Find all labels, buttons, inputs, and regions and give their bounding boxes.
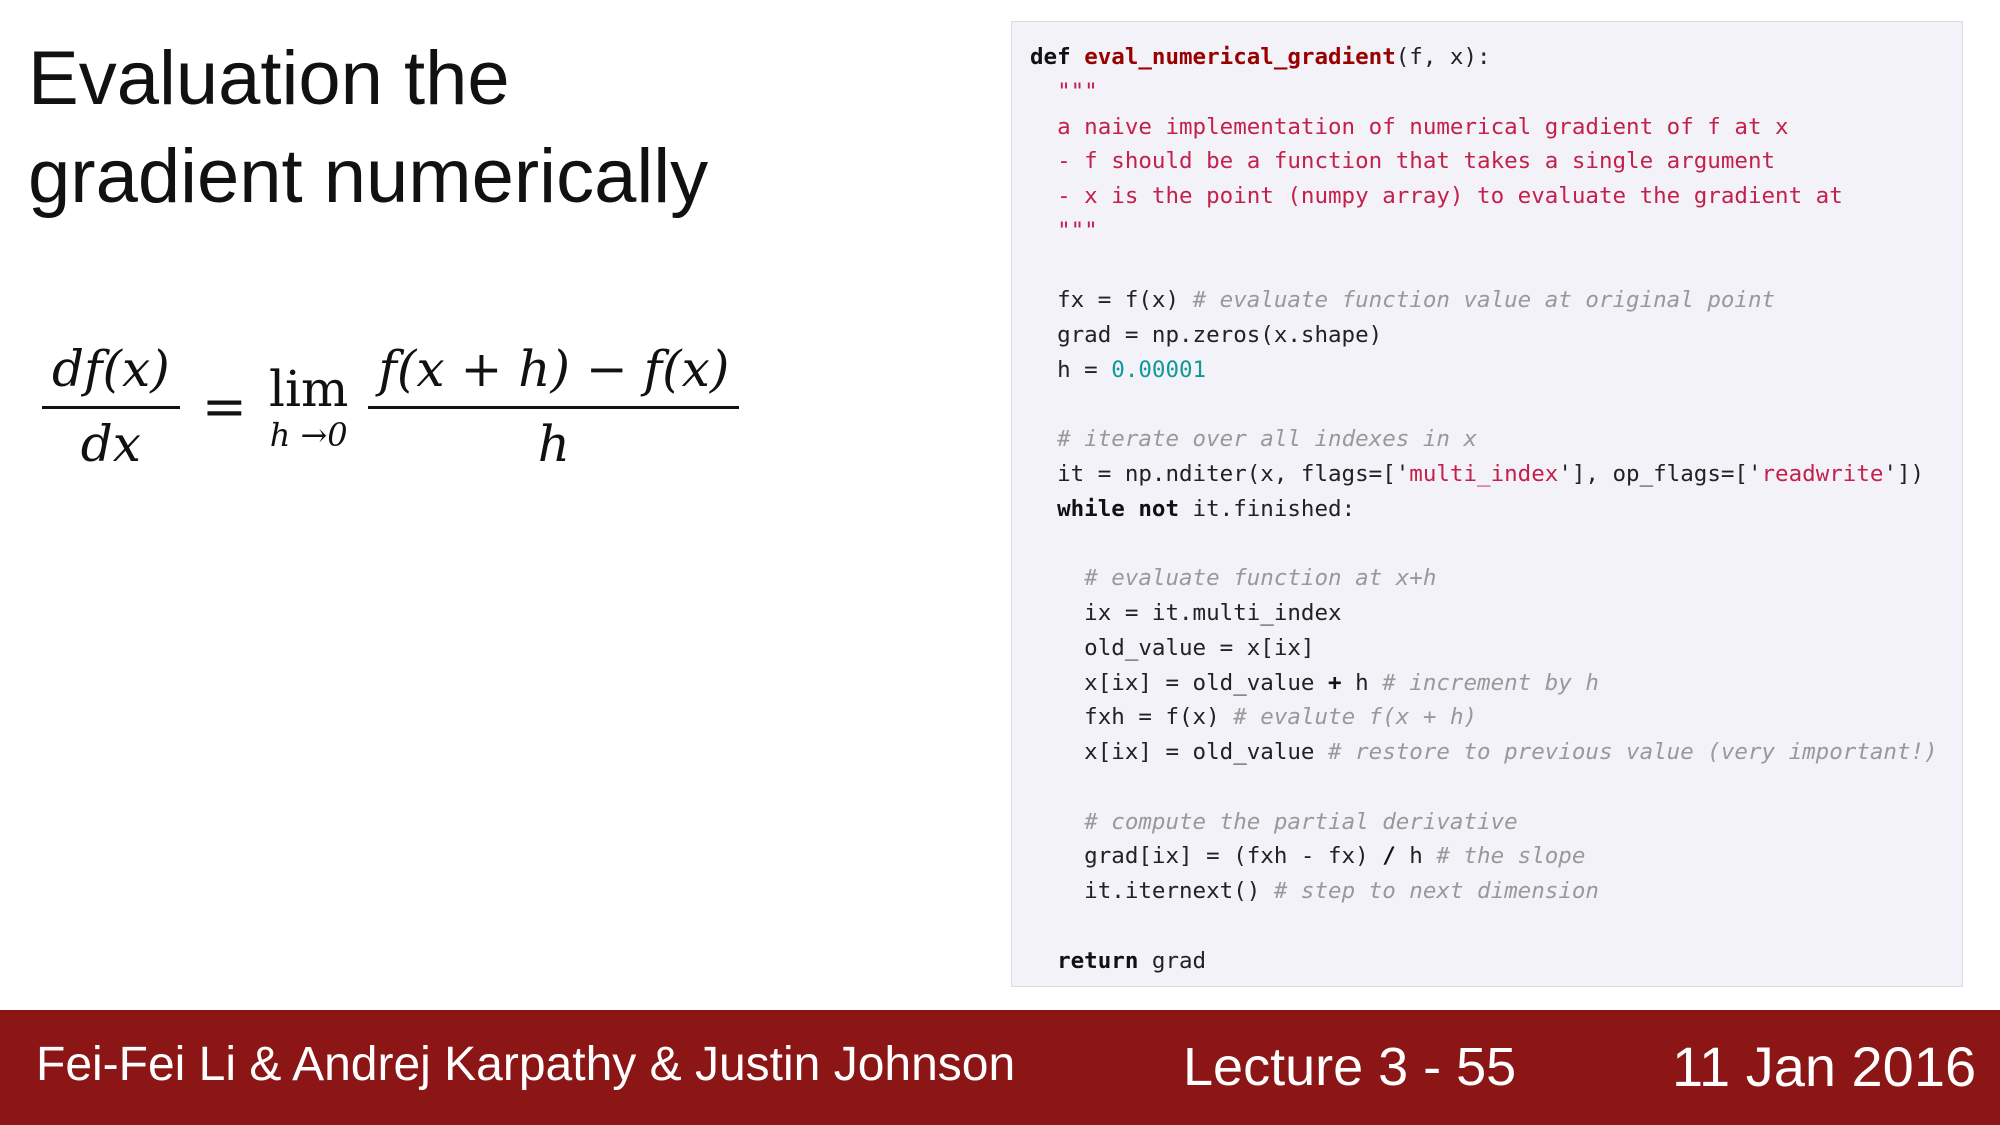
rhs-denominator: h [537, 415, 570, 473]
footer-bar: Fei-Fei Li & Andrej Karpathy & Justin Jo… [0, 1010, 2000, 1125]
code-block: def eval_numerical_gradient(f, x): """ a… [1011, 21, 1963, 987]
lhs-denominator: dx [80, 415, 141, 473]
limit-subscript: h →0 [269, 415, 348, 454]
limit-word: lim [268, 359, 349, 418]
slide-title-line-2: gradient numerically [28, 134, 709, 219]
derivative-limit-formula: df(x) dx = lim h →0 f(x + h) − f(x) h [42, 340, 740, 473]
slide-title-line-1: Evaluation the [28, 36, 510, 121]
rhs-fraction: f(x + h) − f(x) h [368, 340, 740, 473]
lhs-fraction-bar [42, 406, 180, 409]
lhs-fraction: df(x) dx [42, 340, 180, 473]
footer-lecture-number: Lecture 3 - 55 [1183, 1037, 1517, 1097]
slide-title: Evaluation the gradient numerically [28, 30, 928, 226]
footer-date: 11 Jan 2016 [1672, 1035, 1977, 1098]
code-listing: def eval_numerical_gradient(f, x): """ a… [1030, 44, 1938, 974]
rhs-numerator: f(x + h) − f(x) [378, 340, 730, 398]
rhs-fraction-bar [368, 406, 740, 409]
footer-authors: Fei-Fei Li & Andrej Karpathy & Justin Jo… [36, 1038, 1016, 1091]
lhs-numerator: df(x) [52, 340, 170, 398]
equals-sign: = [201, 375, 247, 438]
limit-operator: lim h →0 [269, 361, 348, 453]
